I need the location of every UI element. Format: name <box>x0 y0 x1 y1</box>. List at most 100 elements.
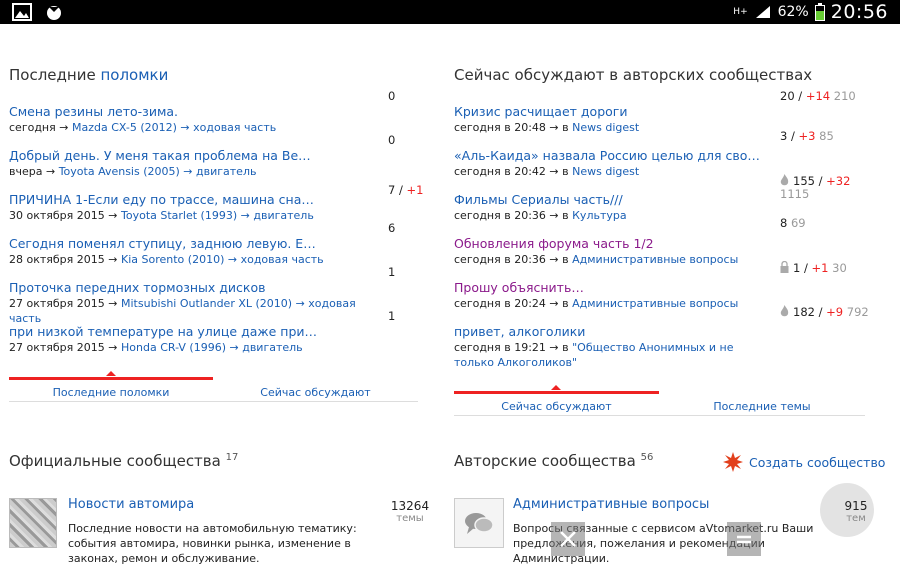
breakdown-reply-count: 1 <box>388 265 396 279</box>
car-link[interactable]: Toyota Avensis (2005) <box>59 165 180 178</box>
tab-recent-topics[interactable]: Последние темы <box>659 400 865 413</box>
discussion-title[interactable]: Кризис расчищает дороги <box>454 104 764 120</box>
discussion-meta: сегодня в 20:36 → в Административные воп… <box>454 253 739 266</box>
breakdown-meta: вчера → Toyota Avensis (2005) → двигател… <box>9 165 257 178</box>
discussion-meta: сегодня в 20:42 → в News digest <box>454 165 640 178</box>
close-icon <box>560 531 576 547</box>
discussion-item: «Аль-Каида» назвала Россию целью для сво… <box>454 148 764 179</box>
car-link[interactable]: Mazda CX-5 (2012) <box>72 121 177 134</box>
community-link[interactable]: News digest <box>572 165 639 178</box>
discussion-item: Прошу объяснить… сегодня в 20:24 → в Адми… <box>454 280 764 311</box>
notification-icon <box>47 6 61 20</box>
official-communities-title: Официальные сообщества 17 <box>9 452 239 470</box>
breakdown-item: Проточка передних тормозных дисков 27 окт… <box>9 280 379 326</box>
news-thumbnail[interactable] <box>9 498 57 548</box>
breakdown-meta: сегодня → Mazda CX-5 (2012) → ходовая ча… <box>9 121 277 134</box>
discussion-meta: сегодня в 20:24 → в Административные воп… <box>454 297 739 310</box>
discussion-title[interactable]: Фильмы Сериалы часть/// <box>454 192 764 208</box>
chat-bubbles-icon <box>465 513 494 534</box>
tab-discussed-now-right[interactable]: Сейчас обсуждают <box>454 400 659 413</box>
discussion-counts: 1 / +1 30 <box>780 261 847 275</box>
car-link[interactable]: Honda CR-V (1996) <box>121 341 226 354</box>
tab-recent-breakdowns[interactable]: Последние поломки <box>9 386 213 399</box>
hot-topic-icon <box>780 174 789 186</box>
discussion-meta: сегодня в 19:21 → в "Общество Анонимных … <box>454 341 734 369</box>
breakdown-title[interactable]: ПРИЧИНА 1-Если еду по трассе, машина сна… <box>9 192 379 208</box>
battery-icon <box>814 3 825 21</box>
discussion-item: Обновления форума часть 1/2 сегодня в 20:… <box>454 236 764 267</box>
right-tabs: Сейчас обсуждают Последние темы <box>454 385 865 416</box>
discussion-item: Кризис расчищает дороги сегодня в 20:48 →… <box>454 104 764 135</box>
author-count: 56 <box>640 452 654 463</box>
minimize-icon <box>737 535 751 544</box>
breakdown-item: Добрый день. У меня такая проблема на Ве… <box>9 148 379 179</box>
category-link[interactable]: двигатель <box>196 165 256 178</box>
car-link[interactable]: Kia Sorento (2010) <box>121 253 224 266</box>
breakdown-item: Сегодня поменял ступицу, заднюю левую. Е… <box>9 236 379 267</box>
car-link[interactable]: Mitsubishi Outlander XL (2010) <box>121 297 292 310</box>
category-link[interactable]: ходовая часть <box>241 253 324 266</box>
breakdown-title[interactable]: при низкой температуре на улице даже при… <box>9 324 379 340</box>
community-link[interactable]: News digest <box>572 121 639 134</box>
breakdown-reply-count: 6 <box>388 221 396 235</box>
discussion-meta: сегодня в 20:36 → в Культура <box>454 209 627 222</box>
close-overlay-button[interactable] <box>551 522 585 556</box>
breakdown-reply-count: 0 <box>388 89 396 103</box>
community-link[interactable]: Административные вопросы <box>572 297 738 310</box>
breakdown-reply-count: 1 <box>388 309 396 323</box>
breakdown-title[interactable]: Смена резины лето-зима. <box>9 104 379 120</box>
tab-discussed-now[interactable]: Сейчас обсуждают <box>213 386 418 399</box>
author-communities-title: Авторские сообщества 56 <box>454 452 654 470</box>
community-news[interactable]: Новости автомира <box>68 497 194 512</box>
news-topic-count: 13264 темы <box>390 499 430 524</box>
community-admin[interactable]: Административные вопросы <box>513 497 709 512</box>
starburst-icon <box>723 452 743 472</box>
network-type-label: H+ <box>733 6 748 17</box>
breakdown-meta: 27 октября 2015 → Honda CR-V (1996) → дв… <box>9 341 303 354</box>
breakdown-title[interactable]: Сегодня поменял ступицу, заднюю левую. Е… <box>9 236 379 252</box>
discussion-title[interactable]: Обновления форума часть 1/2 <box>454 236 764 252</box>
admin-topic-count: 915 тем <box>844 499 868 524</box>
discussion-item: Фильмы Сериалы часть///сегодня в 20:36 →… <box>454 192 764 223</box>
breakdown-title[interactable]: Добрый день. У меня такая проблема на Ве… <box>9 148 379 164</box>
breakdown-meta: 30 октября 2015 → Toyota Starlet (1993) … <box>9 209 314 222</box>
discussion-counts: 155 / +32 1115 <box>780 174 851 201</box>
category-link[interactable]: ходовая часть <box>193 121 276 134</box>
discussion-counts: 3 / +3 85 <box>780 129 834 143</box>
category-link[interactable]: двигатель <box>253 209 313 222</box>
discussion-title[interactable]: Прошу объяснить… <box>454 280 764 296</box>
discussion-title[interactable]: привет, алкоголики <box>454 324 764 340</box>
gallery-icon <box>12 3 32 21</box>
discussion-counts: 8 69 <box>780 216 806 230</box>
community-link[interactable]: Административные вопросы <box>572 253 738 266</box>
breakdown-item: Смена резины лето-зима. сегодня → Mazda C… <box>9 104 379 135</box>
breakdown-reply-count: 0 <box>388 133 396 147</box>
menu-overlay-button[interactable] <box>727 522 761 556</box>
status-bar: H+ 62% 20:56 <box>0 0 900 24</box>
battery-percent: 62% <box>777 4 809 20</box>
admin-community-avatar[interactable] <box>454 498 504 548</box>
breakdowns-link[interactable]: поломки <box>100 66 168 84</box>
breakdown-meta: 27 октября 2015 → Mitsubishi Outlander X… <box>9 297 356 325</box>
official-count: 17 <box>225 452 239 463</box>
car-link[interactable]: Toyota Starlet (1993) <box>121 209 237 222</box>
breakdown-item: при низкой температуре на улице даже при… <box>9 324 379 355</box>
community-news-desc: Последние новости на автомобильную темат… <box>68 522 357 565</box>
discussion-counts: 20 / +14 210 <box>780 89 856 103</box>
discussion-meta: сегодня в 20:48 → в News digest <box>454 121 640 134</box>
discussion-counts: 182 / +9 792 <box>780 305 869 319</box>
breakdown-reply-count: 7 / +1 <box>388 183 424 197</box>
lock-icon <box>780 261 789 273</box>
left-tabs: Последние поломки Сейчас обсуждают <box>9 371 418 402</box>
discussion-title[interactable]: «Аль-Каида» назвала Россию целью для сво… <box>454 148 764 164</box>
create-community-button[interactable]: Создать сообщество <box>723 452 885 472</box>
category-link[interactable]: двигатель <box>242 341 302 354</box>
breakdown-title[interactable]: Проточка передних тормозных дисков <box>9 280 379 296</box>
discussed-now-title: Сейчас обсуждают в авторских сообществах <box>454 66 813 84</box>
breakdown-item: ПРИЧИНА 1-Если еду по трассе, машина сна… <box>9 192 379 223</box>
clock: 20:56 <box>830 1 888 23</box>
recent-breakdowns-title: Последние поломки <box>9 66 169 84</box>
hot-topic-icon <box>780 305 789 317</box>
discussion-item: привет, алкоголики сегодня в 19:21 → в "О… <box>454 324 764 370</box>
community-link[interactable]: Культура <box>572 209 626 222</box>
